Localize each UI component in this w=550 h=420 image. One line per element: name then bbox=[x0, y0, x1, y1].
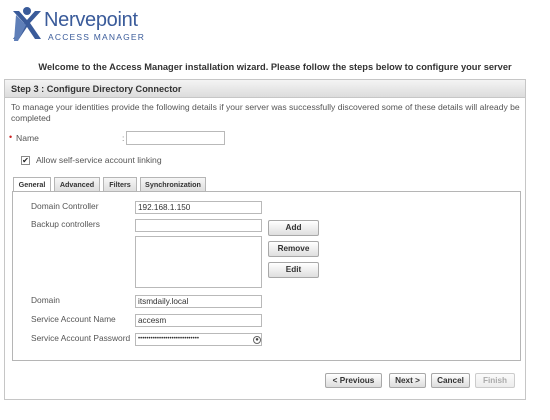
welcome-message: Welcome to the Access Manager installati… bbox=[38, 62, 512, 72]
tab-advanced[interactable]: Advanced bbox=[54, 177, 100, 191]
backup-controllers-list[interactable] bbox=[135, 236, 262, 288]
domain-label: Domain bbox=[31, 295, 60, 305]
self-service-label: Allow self-service account linking bbox=[36, 155, 162, 165]
next-button[interactable]: Next > bbox=[389, 373, 426, 388]
edit-button[interactable]: Edit bbox=[268, 262, 319, 278]
backup-controllers-label: Backup controllers bbox=[31, 219, 100, 229]
name-label: Name bbox=[16, 133, 39, 143]
finish-button[interactable]: Finish bbox=[475, 373, 515, 388]
service-account-password-label: Service Account Password bbox=[31, 333, 131, 343]
brand-name: Nervepoint bbox=[44, 9, 138, 31]
remove-button[interactable]: Remove bbox=[268, 241, 319, 257]
service-account-name-label: Service Account Name bbox=[31, 314, 116, 324]
backup-controller-input[interactable] bbox=[135, 219, 262, 232]
required-marker: • bbox=[9, 132, 13, 142]
nervepoint-logo: Nervepoint ACCESS MANAGER bbox=[10, 5, 190, 45]
previous-button[interactable]: < Previous bbox=[325, 373, 382, 388]
self-service-checkbox[interactable]: ✔ bbox=[21, 156, 30, 165]
password-reveal-icon[interactable]: ● bbox=[253, 336, 261, 344]
domain-controller-input[interactable]: 192.168.1.150 bbox=[135, 201, 262, 214]
wizard-panel: Step 3 : Configure Directory Connector T… bbox=[4, 79, 526, 400]
add-button[interactable]: Add bbox=[268, 220, 319, 236]
tab-filters[interactable]: Filters bbox=[103, 177, 137, 191]
cancel-button[interactable]: Cancel bbox=[431, 373, 470, 388]
step-intro: To manage your identities provide the fo… bbox=[11, 102, 520, 123]
name-colon: : bbox=[122, 133, 125, 143]
domain-controller-label: Domain Controller bbox=[31, 201, 99, 211]
nervepoint-x-icon bbox=[13, 7, 41, 41]
domain-input[interactable]: itsmdaily.local bbox=[135, 295, 262, 308]
name-input[interactable] bbox=[126, 131, 225, 145]
service-account-password-input[interactable]: ••••••••••••••••••••••••••••• bbox=[135, 333, 262, 346]
step-title: Step 3 : Configure Directory Connector bbox=[5, 80, 525, 98]
tab-synchronization[interactable]: Synchronization bbox=[140, 177, 206, 191]
tab-general[interactable]: General bbox=[13, 177, 51, 192]
service-account-name-input[interactable]: accesm bbox=[135, 314, 262, 327]
brand-subtitle: ACCESS MANAGER bbox=[48, 32, 146, 42]
